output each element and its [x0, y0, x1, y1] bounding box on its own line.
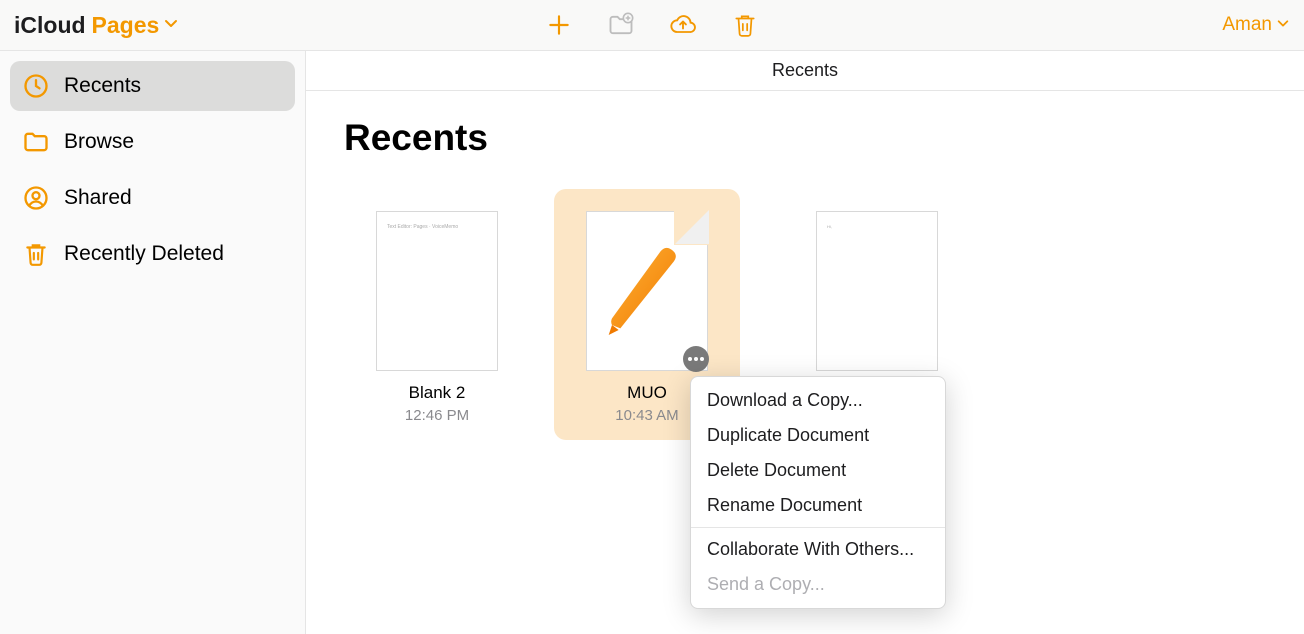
menu-item-delete[interactable]: Delete Document — [691, 453, 945, 488]
clock-icon — [22, 72, 50, 100]
new-folder-icon[interactable] — [607, 11, 635, 39]
sidebar-item-recents[interactable]: Recents — [10, 61, 295, 111]
menu-item-duplicate[interactable]: Duplicate Document — [691, 418, 945, 453]
document-time: 10:43 AM — [615, 407, 678, 424]
top-toolbar: iCloud Pages Aman — [0, 0, 1304, 51]
document-time: 12:46 PM — [405, 407, 469, 424]
chevron-down-icon — [1276, 16, 1290, 35]
pages-pen-icon — [603, 245, 691, 345]
app-label: Pages — [92, 12, 160, 39]
topbar-actions — [545, 11, 759, 39]
menu-item-collaborate[interactable]: Collaborate With Others... — [691, 532, 945, 567]
sidebar-item-label: Shared — [64, 186, 132, 210]
menu-item-rename[interactable]: Rename Document — [691, 488, 945, 523]
content-header-title: Recents — [306, 51, 1304, 91]
thumb-preview-text: Text Editor: Pages · VoiceMemo — [387, 224, 458, 230]
menu-separator — [691, 527, 945, 528]
sidebar-item-label: Recents — [64, 74, 141, 98]
sidebar-item-label: Browse — [64, 130, 134, 154]
upload-cloud-icon[interactable] — [669, 11, 697, 39]
sidebar-item-label: Recently Deleted — [64, 242, 224, 266]
main-area: Recents Browse Shared Recently Deleted R… — [0, 51, 1304, 634]
menu-item-send-copy: Send a Copy... — [691, 567, 945, 602]
context-menu: Download a Copy... Duplicate Document De… — [690, 376, 946, 609]
trash-icon — [22, 240, 50, 268]
add-icon[interactable] — [545, 11, 573, 39]
document-name: MUO — [627, 383, 667, 403]
document-name: Blank 2 — [409, 383, 466, 403]
document-thumbnail: Text Editor: Pages · VoiceMemo — [376, 211, 498, 371]
sidebar-item-recently-deleted[interactable]: Recently Deleted — [10, 229, 295, 279]
thumb-preview-text: Hi, — [827, 224, 832, 229]
menu-item-download-copy[interactable]: Download a Copy... — [691, 383, 945, 418]
document-thumbnail — [586, 211, 708, 371]
document-item[interactable]: Text Editor: Pages · VoiceMemo Blank 2 1… — [344, 189, 530, 440]
person-circle-icon — [22, 184, 50, 212]
sidebar: Recents Browse Shared Recently Deleted — [0, 51, 306, 634]
folder-icon — [22, 128, 50, 156]
document-thumbnail: Hi, — [816, 211, 938, 371]
page-fold-icon — [674, 211, 708, 245]
app-dropdown[interactable]: Pages — [92, 12, 180, 39]
sidebar-item-shared[interactable]: Shared — [10, 173, 295, 223]
user-dropdown[interactable]: Aman — [1222, 14, 1290, 36]
user-label: Aman — [1222, 14, 1272, 36]
page-title: Recents — [344, 117, 1266, 159]
topbar-left: iCloud Pages — [14, 12, 179, 39]
chevron-down-icon — [163, 15, 179, 36]
more-options-icon[interactable] — [683, 346, 709, 372]
trash-icon[interactable] — [731, 11, 759, 39]
sidebar-item-browse[interactable]: Browse — [10, 117, 295, 167]
icloud-label[interactable]: iCloud — [14, 12, 86, 39]
